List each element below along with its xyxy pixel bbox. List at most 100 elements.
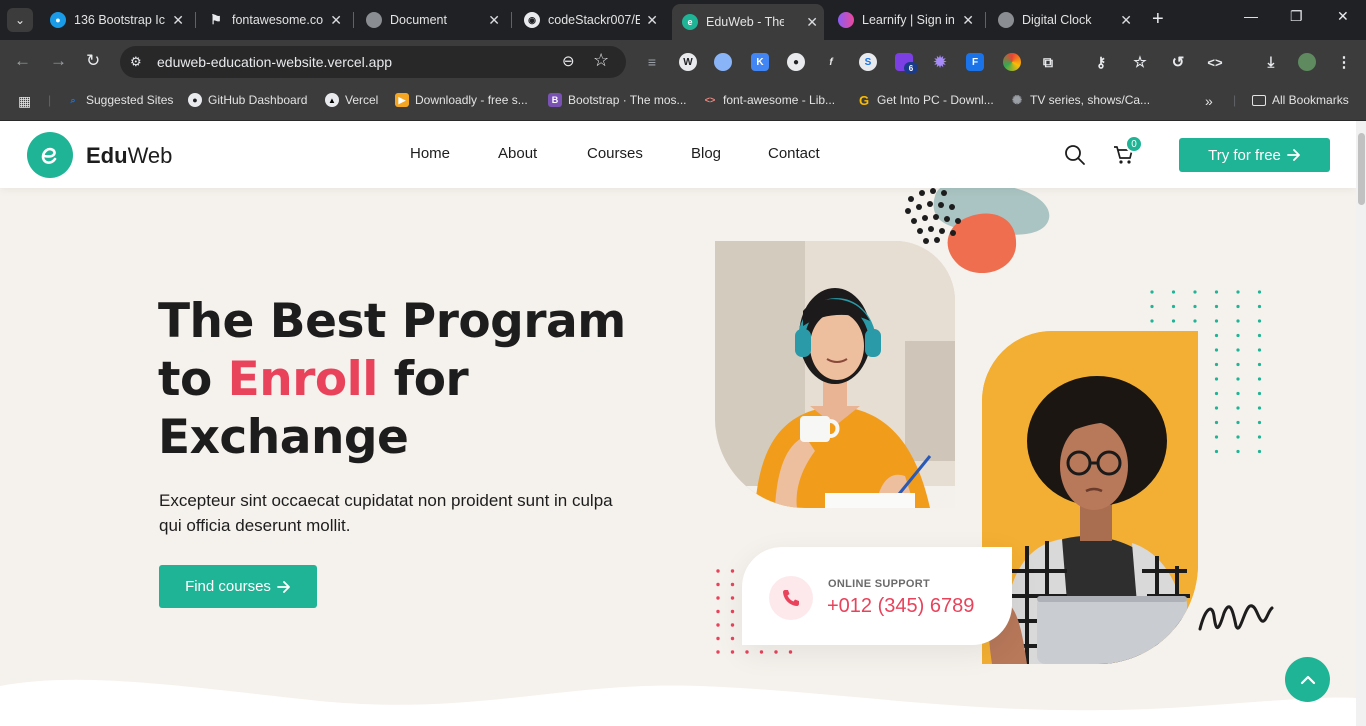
reload-button[interactable]: ↻ [86,51,100,71]
find-courses-button[interactable]: Find courses [159,565,317,608]
tab-learnify[interactable]: Learnify | Sign in ✕ [828,6,980,34]
phone-icon [769,576,813,620]
nav-courses[interactable]: Courses [587,145,643,162]
close-tab-icon[interactable]: ✕ [172,12,184,29]
downloadly-icon: ▶ [395,93,409,107]
hero-title-accent: Enroll [227,352,379,407]
all-bookmarks-folder[interactable]: All Bookmarks [1252,93,1349,107]
menu-kebab-icon[interactable]: ⋮ [1335,53,1353,71]
forward-button[interactable]: → [50,51,67,71]
reading-list-icon[interactable]: ≡ [643,53,661,71]
site-logo-text[interactable]: EduWeb [86,143,172,169]
code-icon[interactable]: <> [1206,53,1224,71]
arrow-right-icon [1286,149,1300,161]
globe-icon [366,12,382,28]
browser-tab-bar: ⌄ ● 136 Bootstrap Ic ✕ ⚑ fontawesome.co … [0,0,1366,40]
search-icon: ● [50,12,66,28]
history-icon[interactable]: ↺ [1169,53,1187,71]
scrollbar-thumb[interactable] [1358,133,1365,205]
close-tab-icon[interactable]: ✕ [962,12,974,29]
apps-grid-icon[interactable]: ▦ [18,93,31,110]
wordpress-ext-icon[interactable]: W [679,53,697,71]
cart-count-badge: 0 [1125,135,1143,153]
tab-digital-clock[interactable]: Digital Clock ✕ [988,6,1138,34]
fi-ext-icon[interactable]: F [966,53,984,71]
download-icon[interactable]: ⤓ [1262,53,1280,71]
close-tab-icon[interactable]: ✕ [330,12,342,29]
cloud-ext-icon[interactable] [714,53,732,71]
bootstrap-icon: B [548,93,562,107]
close-tab-icon[interactable]: ✕ [646,12,658,29]
restore-button[interactable]: ❐ [1290,8,1303,25]
color-ext-icon[interactable] [1003,53,1021,71]
back-to-top-button[interactable] [1285,657,1330,702]
tv-icon: ✺ [1011,93,1023,107]
new-tab-button[interactable]: + [1152,8,1164,31]
bookmark-bootstrap[interactable]: B Bootstrap · The mos... [548,93,687,107]
tab-fontawesome[interactable]: ⚑ fontawesome.co ✕ [198,6,348,34]
ext-count-badge: 6 [904,62,918,74]
bookmark-downloadly[interactable]: ▶ Downloadly - free s... [395,93,528,107]
bookmark-get-into-pc[interactable]: G Get Into PC - Downl... [857,92,994,108]
site-info-icon[interactable]: ⚙ [130,54,142,70]
bookmark-tv-series[interactable]: ✺ TV series, shows/Ca... [1010,93,1150,107]
nav-about[interactable]: About [498,145,537,162]
support-label: ONLINE SUPPORT [828,578,930,590]
tab-document[interactable]: Document ✕ [356,6,506,34]
learnify-icon [838,12,854,28]
back-button[interactable]: ← [14,51,31,71]
url-text[interactable]: eduweb-education-website.vercel.app [157,54,392,70]
close-tab-icon[interactable]: ✕ [488,12,500,29]
sync-ext-icon[interactable]: S [859,53,877,71]
folder-icon [1252,94,1266,106]
code-brackets-icon: <> [704,95,716,105]
tab-bootstrap-icons[interactable]: ● 136 Bootstrap Ic ✕ [40,6,190,34]
password-key-icon[interactable]: ⚷ [1092,53,1110,71]
tab-eduweb-active[interactable]: e EduWeb - The B ✕ [672,4,824,40]
bookmarks-star-icon[interactable]: ☆ [1131,53,1149,71]
nav-blog[interactable]: Blog [691,145,721,162]
globe-icon [998,12,1014,28]
eduweb-favicon-icon: e [682,14,698,30]
minimize-button[interactable]: — [1244,8,1258,24]
bookmarks-bar: ▦ | ⌕ Suggested Sites ● GitHub Dashboard ▲… [0,84,1366,121]
hero-title: The Best Program to Enroll for Exchange [158,294,626,465]
g-icon: G [858,92,870,108]
try-for-free-button[interactable]: Try for free [1179,138,1330,172]
bookmark-suggested-sites[interactable]: ⌕ Suggested Sites [66,93,173,107]
bottom-wave-shape [0,679,1356,726]
profile-avatar[interactable] [1298,53,1316,71]
close-tab-icon[interactable]: ✕ [1120,12,1132,29]
support-phone-number[interactable]: +012 (345) 6789 [827,595,974,618]
vercel-icon: ▲ [325,93,339,107]
bookmark-vercel[interactable]: ▲ Vercel [325,93,378,107]
close-tab-icon[interactable]: ✕ [806,14,818,31]
arrow-right-icon [277,580,290,593]
chevron-up-icon [1300,675,1315,684]
hero-description: Excepteur sint occaecat cupidatat non pr… [159,491,613,535]
student-headphones-photo [715,241,955,508]
site-header: EduWeb Home About Courses Blog Contact 0… [0,121,1356,188]
k-ext-icon[interactable]: K [751,53,769,71]
zoom-icon[interactable]: ⊖ [562,52,575,70]
puzzle-extensions-icon[interactable]: ⧉ [1039,53,1057,71]
bookmark-github-dashboard[interactable]: ● GitHub Dashboard [188,93,307,107]
formula-ext-icon[interactable]: f [822,53,840,71]
eduweb-logo-icon[interactable] [27,132,73,178]
gear-ext-icon[interactable]: ✹ [931,53,949,71]
more-bookmarks-icon[interactable]: » [1205,93,1213,109]
bookmark-star-icon[interactable]: ☆ [593,50,609,71]
address-bar[interactable]: ⚙ eduweb-education-website.vercel.app ⊖ … [120,46,626,78]
github-icon: ● [188,93,202,107]
dots-ext-icon[interactable]: ● [787,53,805,71]
bookmark-divider: | [1233,93,1237,107]
tab-search-button[interactable]: ⌄ [7,8,33,32]
page-scrollbar[interactable] [1356,121,1366,726]
online-support-card[interactable]: ONLINE SUPPORT +012 (345) 6789 [742,547,1012,645]
close-window-button[interactable]: ✕ [1337,8,1349,25]
tab-github[interactable]: ◉ codeStackr007/E ✕ [514,6,664,34]
nav-contact[interactable]: Contact [768,145,820,162]
bookmark-font-awesome[interactable]: <> font-awesome - Lib... [703,93,835,107]
search-icon[interactable] [1064,144,1086,166]
nav-home[interactable]: Home [410,145,450,162]
